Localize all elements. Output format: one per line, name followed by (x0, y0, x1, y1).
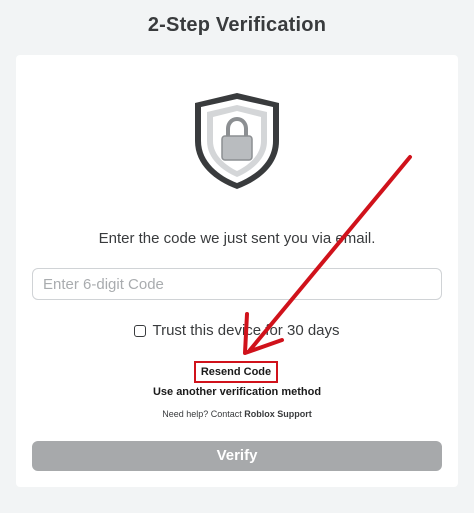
verification-page: 2-Step Verification Enter the code we ju… (0, 0, 474, 513)
trust-device-row[interactable]: Trust this device for 30 days (16, 322, 458, 339)
verification-card: Enter the code we just sent you via emai… (16, 55, 458, 487)
resend-code-button[interactable]: Resend Code (194, 361, 278, 383)
help-text: Need help? Contact Roblox Support (16, 409, 458, 419)
instruction-text: Enter the code we just sent you via emai… (98, 230, 376, 247)
alt-method-link[interactable]: Use another verification method (16, 386, 458, 398)
help-prefix: Need help? Contact (162, 409, 245, 419)
page-title: 2-Step Verification (147, 14, 327, 36)
shield-lock-icon (195, 93, 279, 189)
support-link[interactable]: Roblox Support (244, 409, 312, 419)
code-input[interactable] (32, 268, 442, 300)
verify-button[interactable]: Verify (32, 441, 442, 471)
trust-device-checkbox[interactable] (134, 324, 147, 337)
trust-device-label: Trust this device for 30 days (152, 322, 340, 339)
